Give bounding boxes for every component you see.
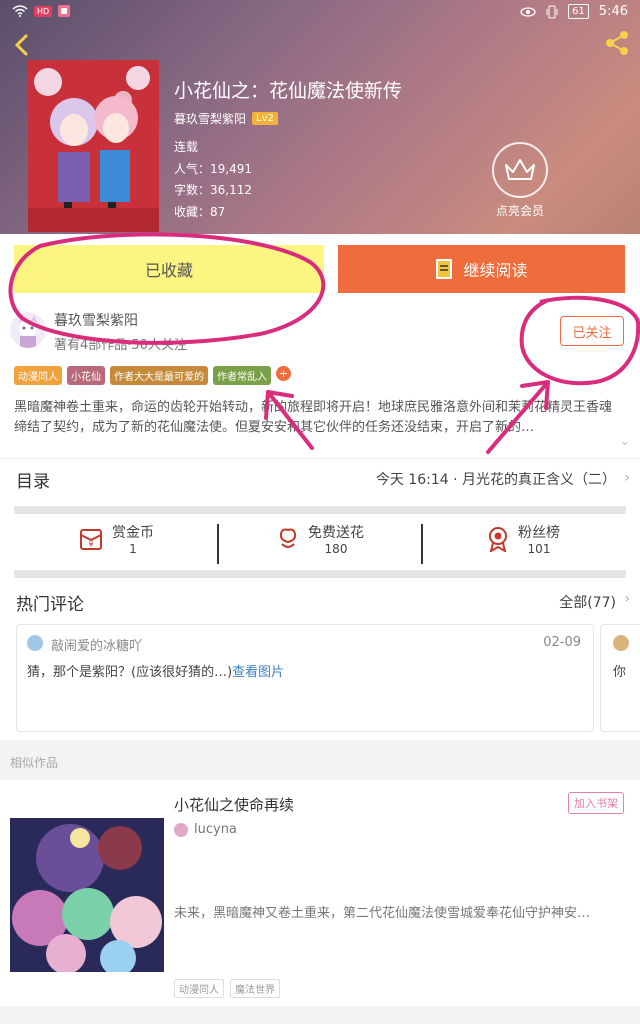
comment-carousel[interactable]: 敲闹爱的冰糖吖 02-09 猜，那个是紫阳？(应该很好猜的…)查看图片 你 [0,620,640,740]
comment-text: 你 [613,665,627,680]
stat-value: 1 [129,542,137,556]
red-envelope-icon: ¥ [80,529,102,550]
back-icon[interactable] [8,30,38,60]
similar-author[interactable]: lucyna [194,822,237,837]
all-comments-link[interactable]: 全部(77) [559,592,616,612]
stat-value: 101 [527,542,551,556]
commenter-avatar[interactable] [27,635,43,651]
comment-card[interactable]: 敲闹爱的冰糖吖 02-09 猜，那个是紫阳？(应该很好猜的…)查看图片 [16,624,594,732]
stat-label: 粉丝榜 [518,525,560,541]
collected-button[interactable]: 已收藏 [14,245,324,293]
tag-item[interactable]: 小花仙 [67,366,105,385]
medal-icon [489,527,507,552]
chevron-right-icon: › [624,591,630,607]
free-flower-button[interactable]: 免费送花 180 [276,522,364,556]
book-status: 连载 [174,140,199,154]
vip-button[interactable]: 点亮会员 [490,142,550,219]
section-divider [14,506,626,514]
book-author-row[interactable]: 暮玖雪梨紫阳 Lv2 [174,110,278,127]
author-name[interactable]: 暮玖雪梨紫阳 [54,310,138,330]
similar-title[interactable]: 小花仙之使命再续 [174,794,294,815]
follow-button[interactable]: 已关注 [560,316,624,346]
comment-body: 猜，那个是紫阳？(应该很好猜的…) [27,665,233,680]
continue-reading-button[interactable]: 继续阅读 [338,245,625,293]
book-author[interactable]: 暮玖雪梨紫阳 [174,110,246,127]
stats-row: ¥ 赏金币 1 免费送花 180 粉丝榜 101 [0,514,640,570]
stat-separator [217,524,219,564]
stat-separator [421,524,423,564]
notification-icon: HD [34,5,53,17]
book-title: 小花仙之：花仙魔法使新传 [174,80,403,102]
svg-text:¥: ¥ [88,540,93,549]
commenter-avatar[interactable] [613,635,629,651]
wifi-icon [12,5,28,17]
add-tag-button[interactable]: + [276,366,291,381]
eye-icon [520,6,536,17]
comment-text: 猜，那个是紫阳？(应该很好猜的…)查看图片 [27,661,284,680]
book-icon [436,259,453,279]
book-cover[interactable] [28,60,159,232]
bottom-spacer [0,1006,640,1024]
tag-item[interactable]: 动漫同人 [14,366,62,385]
flower-icon [279,528,297,548]
book-popularity: 人气：19,491 [174,162,252,176]
section-divider [14,570,626,578]
commenter-name[interactable]: 敲闹爱的冰糖吖 [51,635,142,654]
author-stats: 著有4部作品·50人关注 [54,338,187,353]
share-icon[interactable] [602,28,632,58]
comment-card[interactable]: 你 [600,624,640,732]
vibrate-icon [546,5,558,18]
tag-item[interactable]: 作者常乱入 [213,366,271,385]
status-bar: HD 61 5:46 [0,0,640,26]
tag-list: 动漫同人 小花仙 作者大大是最可爱的 作者常乱入 + [14,366,291,385]
similar-work-item[interactable]: 小花仙之使命再续 加入书架 lucyna 未来，黑暗魔神又卷土重来，第二代花仙魔… [0,780,640,1006]
similar-author-avatar [174,822,188,837]
similar-works-label: 相似作品 [10,756,59,770]
author-avatar[interactable] [10,312,46,348]
clock: 5:46 [598,4,628,19]
continue-reading-label: 继续阅读 [463,261,528,280]
expand-chevron-icon[interactable]: ⌄ [620,434,630,448]
battery-icon: 61 [568,4,589,19]
book-favorites: 收藏：87 [174,205,226,219]
book-wordcount: 字数：36,112 [174,183,252,197]
author-level-badge: Lv2 [252,112,278,125]
follow-label: 已关注 [572,325,612,341]
tag-item[interactable]: 作者大大是最可爱的 [110,366,208,385]
view-image-link[interactable]: 查看图片 [232,665,284,680]
similar-tags: 动漫同人 魔法世界 [174,979,280,998]
stat-label: 免费送花 [308,525,364,541]
toc-label: 目录 [16,472,50,492]
app-notification-icon [58,5,71,17]
hot-comments-title: 热门评论 [16,595,84,615]
stat-value: 180 [324,542,348,556]
toc-row[interactable]: 目录 今天 16:14 · 月光花的真正含义（二） › [0,458,640,498]
similar-author-row[interactable]: lucyna [174,822,237,837]
book-header: HD 61 5:46 小花仙之：花仙魔法使新传 暮玖雪梨紫阳 Lv2 连载 人气… [0,0,640,234]
chevron-right-icon: › [624,470,630,486]
fan-ranking-button[interactable]: 粉丝榜 101 [486,522,560,556]
comment-date: 02-09 [543,635,581,650]
similar-tag[interactable]: 动漫同人 [174,979,224,998]
similar-cover[interactable] [10,818,164,972]
similar-description: 未来，黑暗魔神又卷土重来，第二代花仙魔法使雪城爱奉花仙守护神安… [174,906,591,921]
latest-chapter[interactable]: 今天 16:14 · 月光花的真正含义（二） [376,469,616,489]
vip-label: 点亮会员 [495,204,544,218]
book-description[interactable]: 黑暗魔神卷土重来，命运的齿轮开始转动，新的旅程即将开启！地球庶民雅洛意外间和茉莉… [14,398,618,438]
stat-label: 赏金币 [112,525,154,541]
collected-label: 已收藏 [144,261,193,280]
add-to-shelf-button[interactable]: 加入书架 [568,792,624,814]
book-info-panel: 已收藏 继续阅读 暮玖雪梨紫阳 著有4部作品·50人关注 已关注 动漫同人 小花… [0,234,640,634]
crown-icon [505,159,535,180]
reward-coin-button[interactable]: ¥ 赏金币 1 [78,522,154,556]
similar-tag[interactable]: 魔法世界 [230,979,280,998]
